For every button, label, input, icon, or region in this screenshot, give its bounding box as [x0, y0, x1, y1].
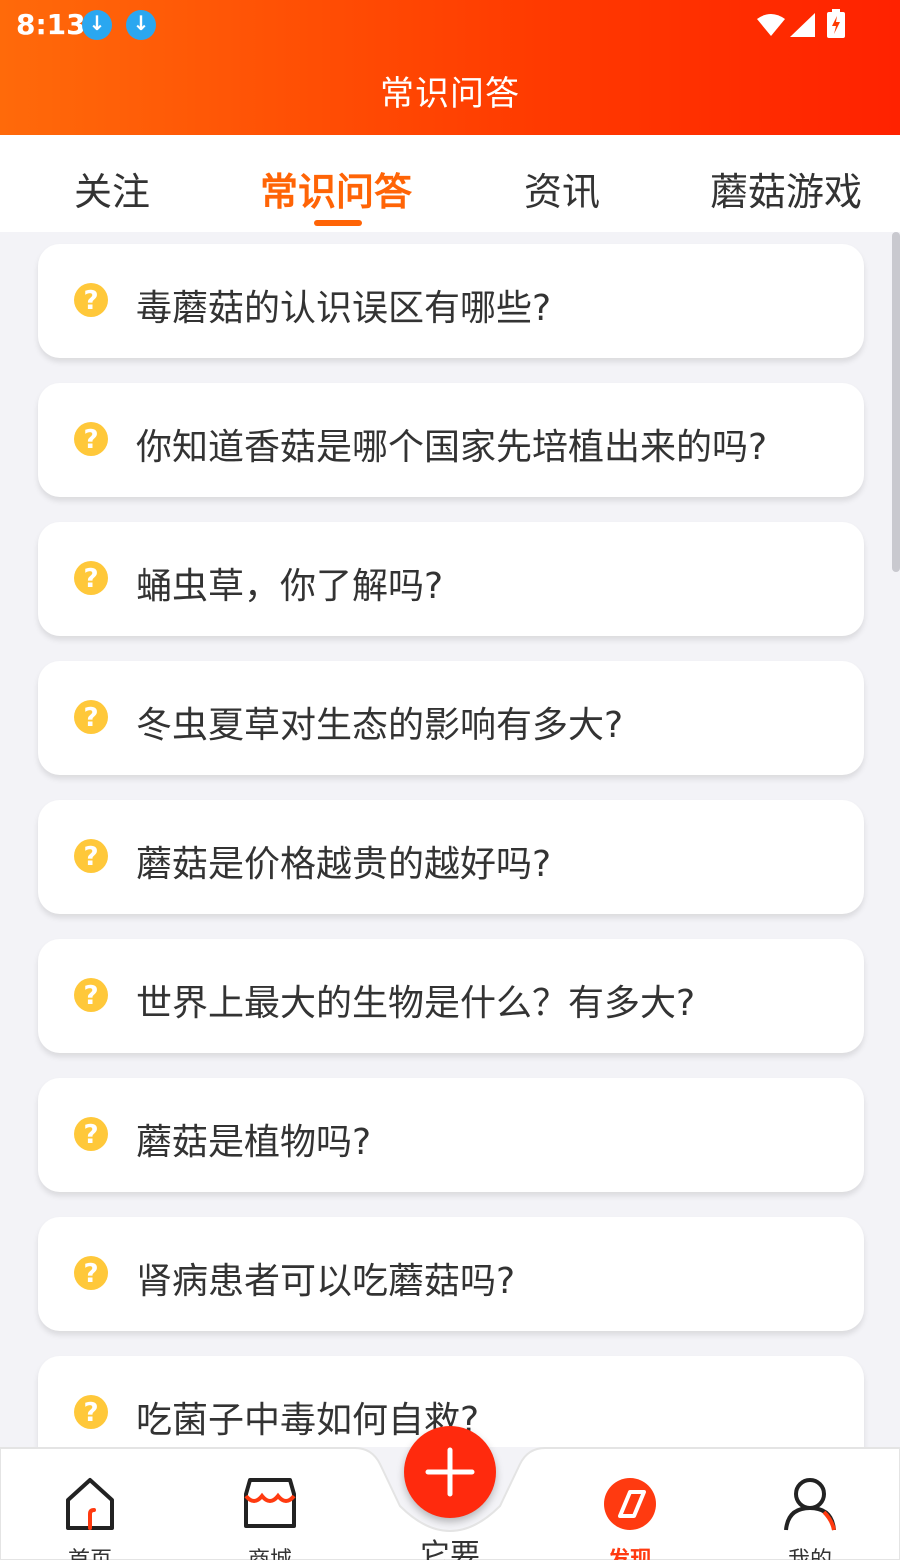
svg-text:?: ?: [83, 981, 98, 1011]
question-text: 蛹虫草，你了解吗?: [136, 566, 444, 607]
svg-text:?: ?: [83, 1398, 98, 1428]
nav-profile[interactable]: 我的: [745, 1446, 875, 1560]
question-text: 世界上最大的生物是什么？有多大?: [136, 983, 696, 1024]
battery-charging-icon: [827, 9, 845, 38]
app-header: 8:13 常识问答: [0, 0, 900, 135]
wifi-icon: [757, 14, 785, 36]
question-icon: ?: [74, 1395, 108, 1429]
question-card[interactable]: ? 肾病患者可以吃蘑菇吗?: [38, 1217, 864, 1331]
tab-mushroom-game[interactable]: 蘑菇游戏: [710, 161, 862, 216]
tab-follow[interactable]: 关注: [74, 161, 150, 216]
profile-icon: [784, 1478, 836, 1531]
svg-text:?: ?: [83, 286, 98, 316]
question-text: 毒蘑菇的认识误区有哪些?: [136, 288, 552, 329]
question-card[interactable]: ? 蘑菇是价格越贵的越好吗?: [38, 800, 864, 914]
status-bar: 8:13: [0, 0, 900, 50]
nav-profile-label: 我的: [745, 1542, 875, 1560]
fab-label: 它要: [420, 1538, 480, 1560]
nav-discover[interactable]: 发现: [565, 1446, 695, 1560]
add-fab-button[interactable]: [404, 1426, 496, 1518]
svg-text:?: ?: [83, 1259, 98, 1289]
nav-discover-label: 发现: [565, 1542, 695, 1560]
question-card[interactable]: ? 蛹虫草，你了解吗?: [38, 522, 864, 636]
tab-news[interactable]: 资讯: [524, 161, 600, 216]
question-icon: ?: [74, 1117, 108, 1151]
question-text: 肾病患者可以吃蘑菇吗?: [136, 1261, 516, 1302]
tab-qa[interactable]: 常识问答: [260, 161, 412, 216]
signal-icon: [790, 13, 815, 37]
plus-icon: [425, 1447, 475, 1497]
home-icon: [66, 1478, 114, 1530]
nav-shop-label: 商城: [205, 1542, 335, 1560]
discover-icon: [604, 1478, 656, 1530]
question-icon: ?: [74, 283, 108, 317]
svg-text:?: ?: [83, 425, 98, 455]
svg-text:?: ?: [83, 703, 98, 733]
question-text: 冬虫夏草对生态的影响有多大?: [136, 705, 624, 746]
question-text: 你知道香菇是哪个国家先培植出来的吗?: [136, 427, 768, 468]
nav-home-label: 首页: [25, 1542, 155, 1560]
question-card[interactable]: ? 你知道香菇是哪个国家先培植出来的吗?: [38, 383, 864, 497]
question-icon: ?: [74, 839, 108, 873]
question-list[interactable]: ? 毒蘑菇的认识误区有哪些? ? 你知道香菇是哪个国家先培植出来的吗? ? 蛹虫…: [0, 232, 900, 1447]
svg-text:?: ?: [83, 842, 98, 872]
tab-bar: 关注 常识问答 资讯 蘑菇游戏: [0, 135, 900, 232]
tab-indicator: [314, 220, 362, 226]
question-icon: ?: [74, 422, 108, 456]
question-card[interactable]: ? 冬虫夏草对生态的影响有多大?: [38, 661, 864, 775]
svg-text:?: ?: [83, 1120, 98, 1150]
question-icon: ?: [74, 700, 108, 734]
question-text: 蘑菇是植物吗?: [136, 1122, 372, 1163]
shop-icon: [244, 1478, 296, 1528]
page-title: 常识问答: [380, 74, 520, 114]
question-card[interactable]: ? 毒蘑菇的认识误区有哪些?: [38, 244, 864, 358]
svg-text:?: ?: [83, 564, 98, 594]
question-card[interactable]: ? 蘑菇是植物吗?: [38, 1078, 864, 1192]
nav-home[interactable]: 首页: [25, 1446, 155, 1560]
download-icon: [82, 10, 112, 40]
question-icon: ?: [74, 561, 108, 595]
nav-shop[interactable]: 商城: [205, 1446, 335, 1560]
question-text: 蘑菇是价格越贵的越好吗?: [136, 844, 552, 885]
status-time: 8:13: [16, 8, 86, 41]
question-icon: ?: [74, 978, 108, 1012]
question-icon: ?: [74, 1256, 108, 1290]
scrollbar[interactable]: [892, 232, 900, 572]
question-card[interactable]: ? 世界上最大的生物是什么？有多大?: [38, 939, 864, 1053]
download-icon: [126, 10, 156, 40]
